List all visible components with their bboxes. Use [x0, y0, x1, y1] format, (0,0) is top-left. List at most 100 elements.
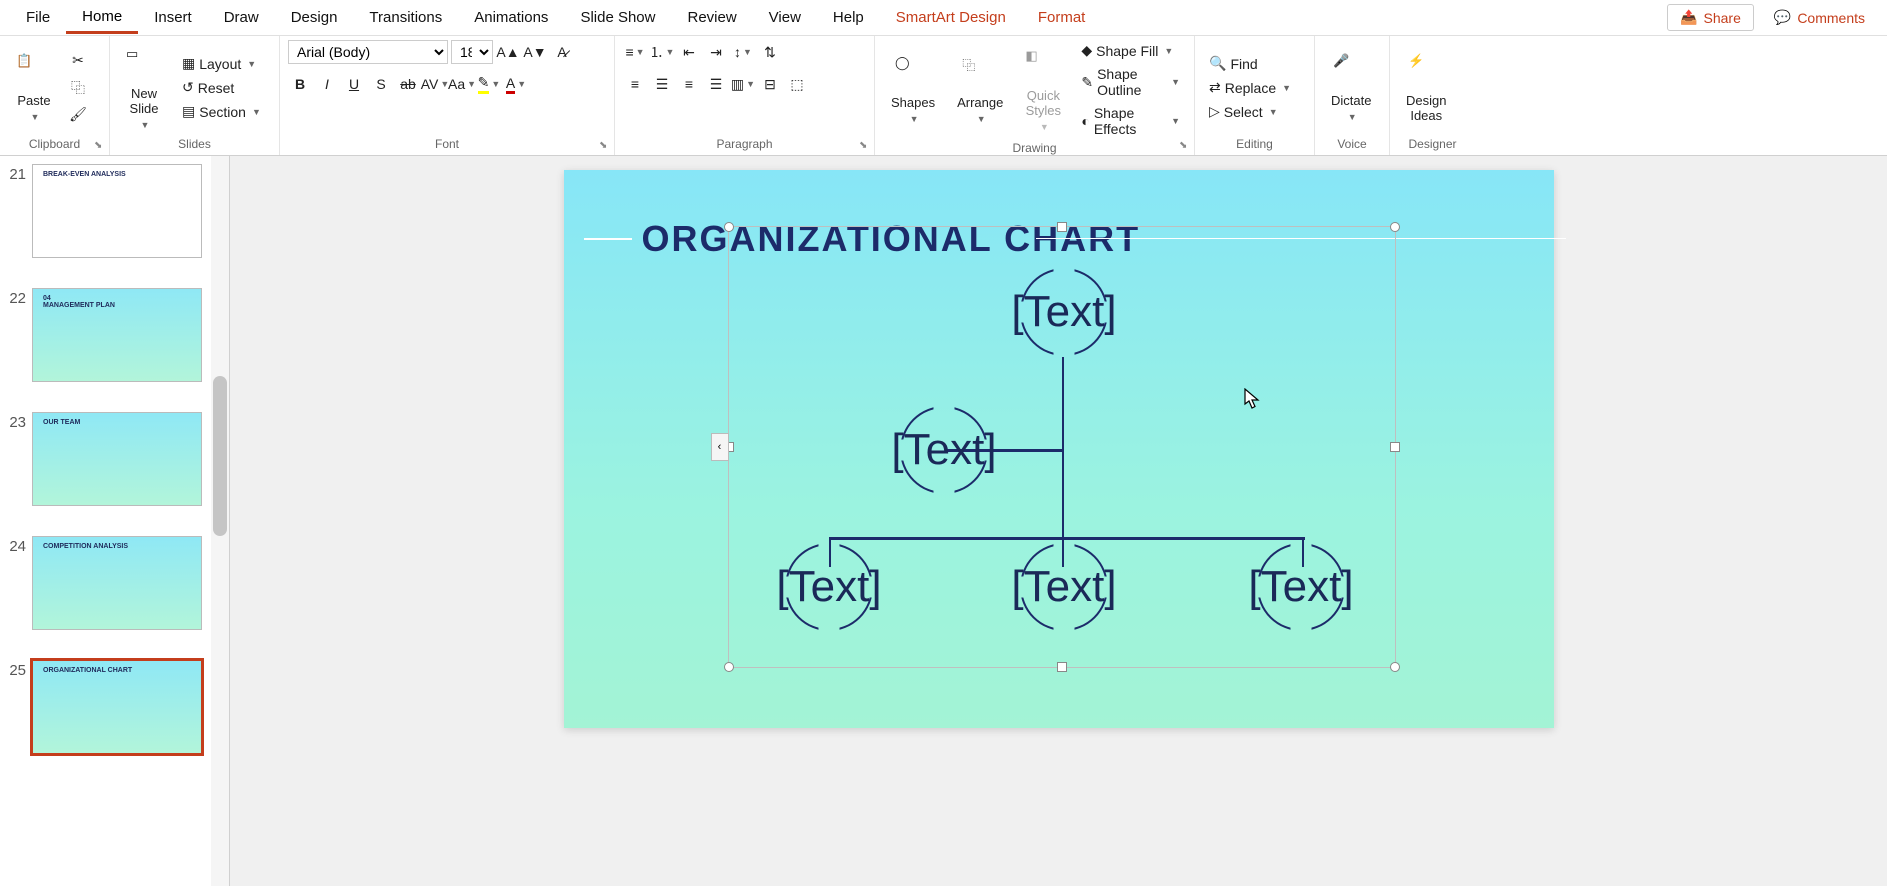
org-node-text[interactable]: [Text] — [776, 562, 881, 612]
org-node-text[interactable]: [Text] — [1248, 562, 1353, 612]
slide-thumbnails-panel: 21 BREAK-EVEN ANALYSIS 22 04 MANAGEMENT … — [0, 156, 230, 886]
convert-smartart-button[interactable]: ⬚ — [785, 72, 809, 96]
dictate-button[interactable]: 🎤Dictate▼ — [1323, 49, 1379, 126]
new-slide-button[interactable]: ▭ New Slide ▼ — [118, 42, 170, 134]
align-text-button[interactable]: ⊟ — [758, 72, 782, 96]
bullets-button[interactable]: ≡▼ — [623, 40, 647, 64]
section-icon: ▤ — [182, 103, 195, 120]
menu-review[interactable]: Review — [671, 3, 752, 32]
line-spacing-button[interactable]: ↕▼ — [731, 40, 755, 64]
strikethrough-button[interactable]: ab — [396, 72, 420, 96]
menu-view[interactable]: View — [753, 3, 817, 32]
org-node-text[interactable]: [Text] — [891, 425, 996, 475]
menu-slideshow[interactable]: Slide Show — [564, 3, 671, 32]
find-button[interactable]: 🔍Find — [1203, 53, 1297, 74]
slide-thumb-23[interactable]: OUR TEAM — [32, 412, 202, 506]
microphone-icon: 🎤 — [1333, 53, 1369, 89]
shape-outline-button[interactable]: ✎Shape Outline▼ — [1075, 64, 1186, 100]
scrollbar-thumb[interactable] — [213, 376, 227, 536]
resize-handle-nw[interactable] — [724, 222, 734, 232]
reset-button[interactable]: ↺Reset — [176, 77, 267, 98]
menu-design[interactable]: Design — [275, 3, 354, 32]
slide-thumb-21[interactable]: BREAK-EVEN ANALYSIS — [32, 164, 202, 258]
designer-group-label: Designer — [1398, 135, 1467, 153]
clipboard-launcher[interactable]: ⬊ — [94, 140, 106, 152]
text-direction-button[interactable]: ⇅ — [758, 40, 782, 64]
italic-button[interactable]: I — [315, 72, 339, 96]
shape-effects-button[interactable]: ◐Shape Effects▼ — [1075, 103, 1186, 139]
menu-help[interactable]: Help — [817, 3, 880, 32]
select-button[interactable]: ▷Select▼ — [1203, 101, 1297, 122]
menu-draw[interactable]: Draw — [208, 3, 275, 32]
layout-button[interactable]: ▦Layout▼ — [176, 53, 267, 74]
slide-thumb-24[interactable]: COMPETITION ANALYSIS — [32, 536, 202, 630]
slide-thumb-25[interactable]: ORGANIZATIONAL CHART — [32, 660, 202, 754]
org-node-child-1[interactable]: [Text] — [762, 542, 897, 632]
thumb-title: COMPETITION ANALYSIS — [43, 543, 128, 550]
increase-indent-button[interactable]: ⇥ — [704, 40, 728, 64]
align-left-button[interactable]: ≡ — [623, 72, 647, 96]
underline-button[interactable]: U — [342, 72, 366, 96]
menu-home[interactable]: Home — [66, 2, 138, 34]
resize-handle-e[interactable] — [1390, 442, 1400, 452]
resize-handle-s[interactable] — [1057, 662, 1067, 672]
menu-insert[interactable]: Insert — [138, 3, 208, 32]
align-center-button[interactable]: ☰ — [650, 72, 674, 96]
menu-file[interactable]: File — [10, 3, 66, 32]
menu-animations[interactable]: Animations — [458, 3, 564, 32]
highlight-button[interactable]: ✎▼ — [477, 72, 501, 96]
find-label: Find — [1230, 56, 1257, 72]
share-button[interactable]: 📤 Share — [1667, 4, 1754, 31]
decrease-indent-button[interactable]: ⇤ — [677, 40, 701, 64]
menu-format[interactable]: Format — [1022, 3, 1102, 32]
justify-button[interactable]: ☰ — [704, 72, 728, 96]
cut-button[interactable]: ✂ — [66, 49, 90, 73]
dictate-label: Dictate — [1331, 93, 1371, 108]
resize-handle-se[interactable] — [1390, 662, 1400, 672]
arrange-button[interactable]: ⿻Arrange▼ — [949, 51, 1011, 128]
align-right-button[interactable]: ≡ — [677, 72, 701, 96]
clear-formatting-button[interactable]: A̷ — [550, 40, 574, 64]
shapes-button[interactable]: ◯Shapes▼ — [883, 51, 943, 128]
increase-font-button[interactable]: A▲ — [496, 40, 520, 64]
text-pane-toggle[interactable]: ‹ — [711, 433, 729, 461]
resize-handle-n[interactable] — [1057, 222, 1067, 232]
paste-button[interactable]: 📋 Paste ▼ — [8, 49, 60, 126]
reset-label: Reset — [198, 80, 235, 96]
section-button[interactable]: ▤Section▼ — [176, 101, 267, 122]
font-size-select[interactable]: 18+ — [451, 40, 493, 64]
resize-handle-ne[interactable] — [1390, 222, 1400, 232]
character-spacing-button[interactable]: AV▼ — [423, 72, 447, 96]
design-ideas-button[interactable]: ⚡Design Ideas — [1398, 49, 1454, 127]
slide-thumb-22[interactable]: 04 MANAGEMENT PLAN — [32, 288, 202, 382]
org-node-text[interactable]: [Text] — [1011, 562, 1116, 612]
smartart-selection[interactable]: ‹ [Text] [Text] [T — [728, 226, 1396, 668]
org-node-root[interactable]: [Text] — [997, 267, 1132, 357]
replace-button[interactable]: ⇄Replace▼ — [1203, 77, 1297, 98]
copy-button[interactable]: ⿻ — [66, 76, 90, 100]
resize-handle-sw[interactable] — [724, 662, 734, 672]
shape-fill-button[interactable]: ◆Shape Fill▼ — [1075, 40, 1186, 61]
bold-button[interactable]: B — [288, 72, 312, 96]
font-launcher[interactable]: ⬊ — [599, 140, 611, 152]
slide-canvas[interactable]: ORGANIZATIONAL CHART ‹ — [564, 170, 1554, 728]
org-node-child-3[interactable]: [Text] — [1234, 542, 1369, 632]
drawing-launcher[interactable]: ⬊ — [1179, 140, 1191, 152]
menu-smartart-design[interactable]: SmartArt Design — [880, 3, 1022, 32]
slide-number: 24 — [4, 536, 26, 630]
columns-button[interactable]: ▥▼ — [731, 72, 755, 96]
font-color-button[interactable]: A▼ — [504, 72, 528, 96]
comments-button[interactable]: 💬 Comments — [1762, 5, 1877, 30]
shadow-button[interactable]: S — [369, 72, 393, 96]
numbering-button[interactable]: ⒈▼ — [650, 40, 674, 64]
change-case-button[interactable]: Aa▼ — [450, 72, 474, 96]
format-painter-button[interactable]: 🖌 — [66, 103, 90, 127]
org-node-assistant[interactable]: [Text] — [877, 405, 1012, 495]
font-name-select[interactable]: Arial (Body) — [288, 40, 448, 64]
org-node-text[interactable]: [Text] — [1011, 287, 1116, 337]
menu-transitions[interactable]: Transitions — [353, 3, 458, 32]
org-node-child-2[interactable]: [Text] — [997, 542, 1132, 632]
decrease-font-button[interactable]: A▼ — [523, 40, 547, 64]
paragraph-launcher[interactable]: ⬊ — [859, 140, 871, 152]
slide-canvas-area: ORGANIZATIONAL CHART ‹ — [230, 156, 1887, 886]
